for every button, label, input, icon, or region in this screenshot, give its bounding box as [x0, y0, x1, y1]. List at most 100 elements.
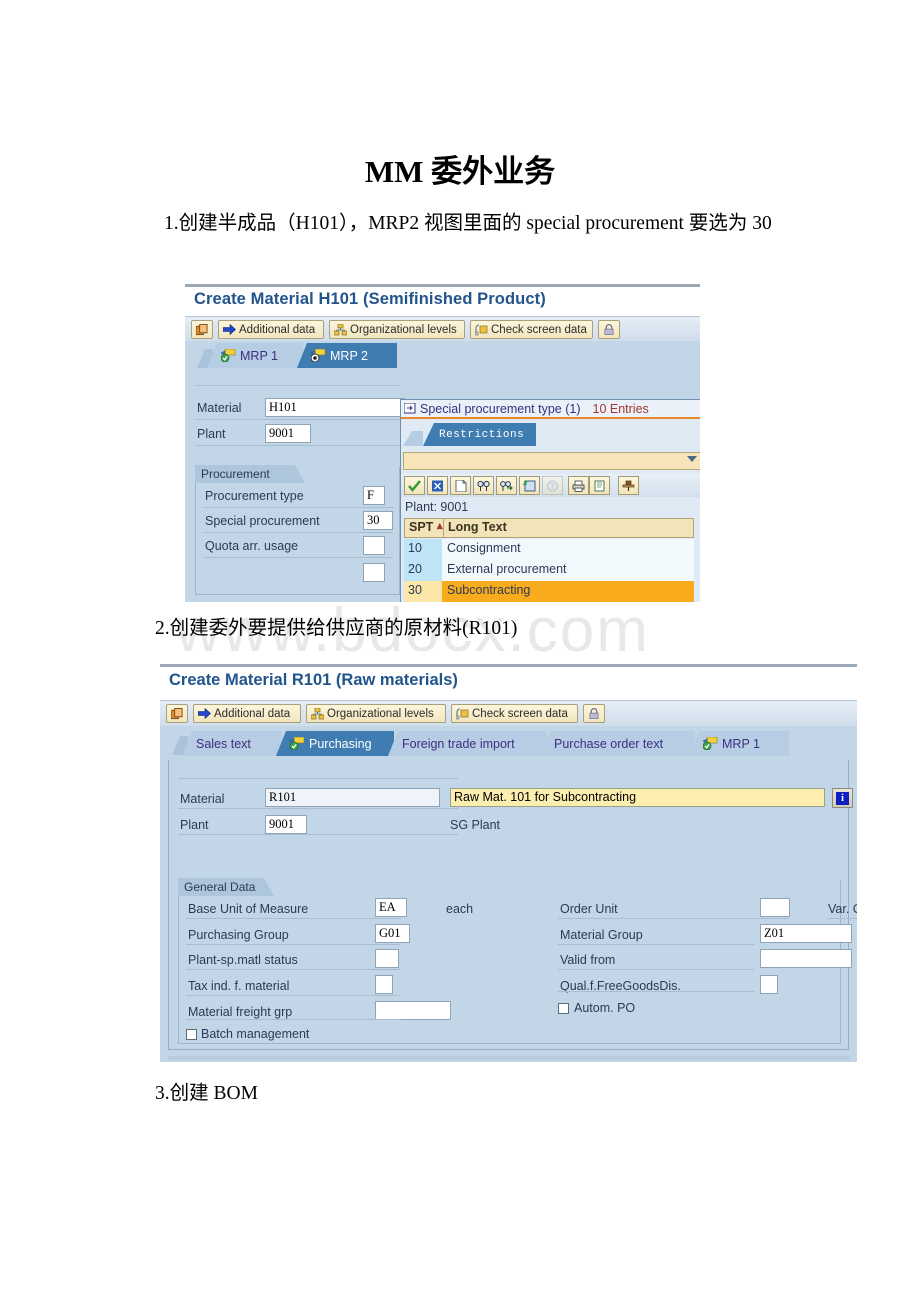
divider: [168, 1056, 849, 1060]
dialog-entry-count: 10 Entries: [592, 401, 649, 416]
purchasing-group-input[interactable]: G01: [375, 924, 410, 943]
shot1-tabstrip: MRP 1 MRP 2: [185, 341, 700, 368]
org-levels-icon: [311, 707, 324, 719]
plant-input[interactable]: 9001: [265, 424, 311, 443]
special-procurement-label: Special procurement: [205, 514, 320, 528]
tab-foreign-trade-import[interactable]: Foreign trade import: [388, 731, 546, 756]
shot1-title: Create Material H101 (Semifinished Produ…: [194, 290, 546, 308]
tab-mrp-1-label: MRP 1: [240, 348, 278, 363]
check-screen-data-label: Check screen data: [472, 707, 568, 720]
procurement-type-label: Procurement type: [205, 489, 304, 503]
batch-management-checkbox[interactable]: [186, 1029, 197, 1040]
find-next-icon-button[interactable]: [496, 476, 517, 495]
find-icon-button[interactable]: [473, 476, 494, 495]
plant-sp-matl-status-input[interactable]: [375, 949, 399, 968]
plant-input[interactable]: 9001: [265, 815, 307, 834]
divider: [178, 808, 458, 809]
additional-data-label: Additional data: [214, 707, 291, 720]
sort-indicator: ▴: [437, 520, 443, 532]
var-order-unit-label: Var. O: [828, 902, 857, 916]
tab-purchasing[interactable]: Purchasing: [276, 731, 394, 756]
divider: [558, 991, 754, 992]
tab-purchase-order-text[interactable]: Purchase order text: [540, 731, 695, 756]
check-icon-button[interactable]: [404, 476, 425, 495]
material-group-input[interactable]: Z01: [760, 924, 852, 943]
tab-sales-text[interactable]: Sales text: [182, 731, 282, 756]
base-unit-input[interactable]: EA: [375, 898, 407, 917]
copy-button[interactable]: [166, 704, 188, 723]
divider: [185, 284, 700, 287]
order-unit-input[interactable]: [760, 898, 790, 917]
organizational-levels-button[interactable]: Organizational levels: [329, 320, 465, 339]
divider: [186, 995, 401, 996]
copy-icon: [171, 707, 183, 719]
material-group-label: Material Group: [560, 928, 643, 942]
tab-restrictions[interactable]: Restrictions: [423, 423, 537, 446]
svg-text:?: ?: [551, 482, 555, 491]
paragraph-1: 1.创建半成品（H101），MRP2 视图里面的 special procure…: [164, 213, 772, 234]
shot1-body: MRP 1 MRP 2 Material H101 Plant 9001 Pro…: [185, 341, 700, 602]
check-screen-data-button[interactable]: Check screen data: [451, 704, 578, 723]
tab-mrp-2[interactable]: MRP 2: [297, 343, 397, 368]
lock-button[interactable]: [598, 320, 620, 339]
clipboard-icon-button[interactable]: [589, 476, 610, 495]
divider: [186, 969, 401, 970]
row-spt: 10: [408, 541, 422, 555]
lock-button[interactable]: [583, 704, 605, 723]
divider: [160, 664, 857, 667]
shot2-tabstrip: Sales text Purchasing Foreign trade impo…: [160, 726, 857, 756]
find-icon: [477, 480, 490, 491]
purchasing-group-label: Purchasing Group: [188, 928, 289, 942]
material-input[interactable]: H101: [265, 398, 405, 417]
additional-data-button[interactable]: Additional data: [218, 320, 324, 339]
info-button[interactable]: i: [832, 788, 853, 808]
divider: [195, 445, 400, 446]
restriction-dropdown[interactable]: [403, 452, 700, 470]
tax-ind-input[interactable]: [375, 975, 393, 994]
table-row[interactable]: 10 Consignment: [404, 539, 694, 560]
tab-mrp-2-label: MRP 2: [330, 348, 368, 363]
copy-button[interactable]: [191, 320, 213, 339]
dialog-tabstrip: Restrictions: [401, 421, 700, 447]
row-long-text: Consignment: [447, 541, 521, 555]
base-unit-suffix: each: [446, 902, 474, 916]
create-entry-icon-button[interactable]: [519, 476, 540, 495]
material-input[interactable]: R101: [265, 788, 440, 807]
valid-from-input[interactable]: [760, 949, 852, 968]
table-row-selected[interactable]: 30 Subcontracting: [404, 581, 694, 602]
cancel-icon-button[interactable]: [427, 476, 448, 495]
row-long-text: External procurement: [447, 562, 567, 576]
new-doc-icon-button[interactable]: [450, 476, 471, 495]
material-freight-grp-input[interactable]: [375, 1001, 451, 1020]
divider: [828, 918, 857, 919]
extra-input[interactable]: [363, 563, 385, 582]
table-row[interactable]: 20 External procurement: [404, 560, 694, 581]
results-table-header: SPT ▴ Long Text: [404, 518, 694, 538]
special-procurement-input[interactable]: 30: [363, 511, 393, 530]
print-icon: [572, 480, 585, 492]
material-description-input[interactable]: Raw Mat. 101 for Subcontracting: [450, 788, 825, 807]
right-arrow-icon: [223, 324, 236, 335]
quota-arr-usage-label: Quota arr. usage: [205, 539, 299, 553]
additional-data-button[interactable]: Additional data: [193, 704, 301, 723]
check-screen-data-button[interactable]: Check screen data: [470, 320, 593, 339]
print-icon-button[interactable]: [568, 476, 589, 495]
order-unit-label: Order Unit: [560, 902, 618, 916]
autom-po-checkbox[interactable]: [558, 1003, 569, 1014]
tab-mrp-1-label: MRP 1: [722, 736, 760, 751]
tab-mrp-1[interactable]: MRP 1: [207, 343, 303, 368]
tab-mrp-1[interactable]: MRP 1: [689, 731, 789, 756]
plant-description-text: SG Plant: [450, 818, 501, 832]
organizational-levels-button[interactable]: Organizational levels: [306, 704, 446, 723]
shot2-title: Create Material R101 (Raw materials): [169, 671, 458, 689]
personal-list-icon-button[interactable]: [618, 476, 639, 495]
copy-icon: [196, 323, 208, 335]
shot2-toolbar: Additional data Organizational levels Ch…: [160, 700, 857, 727]
tax-ind-label: Tax ind. f. material: [188, 979, 290, 993]
qual-free-goods-input[interactable]: [760, 975, 778, 994]
valid-from-label: Valid from: [560, 953, 616, 967]
new-doc-icon: [455, 479, 466, 492]
procurement-type-input[interactable]: F: [363, 486, 385, 505]
shot2-body: Sales text Purchasing Foreign trade impo…: [160, 726, 857, 1062]
quota-arr-usage-input[interactable]: [363, 536, 385, 555]
